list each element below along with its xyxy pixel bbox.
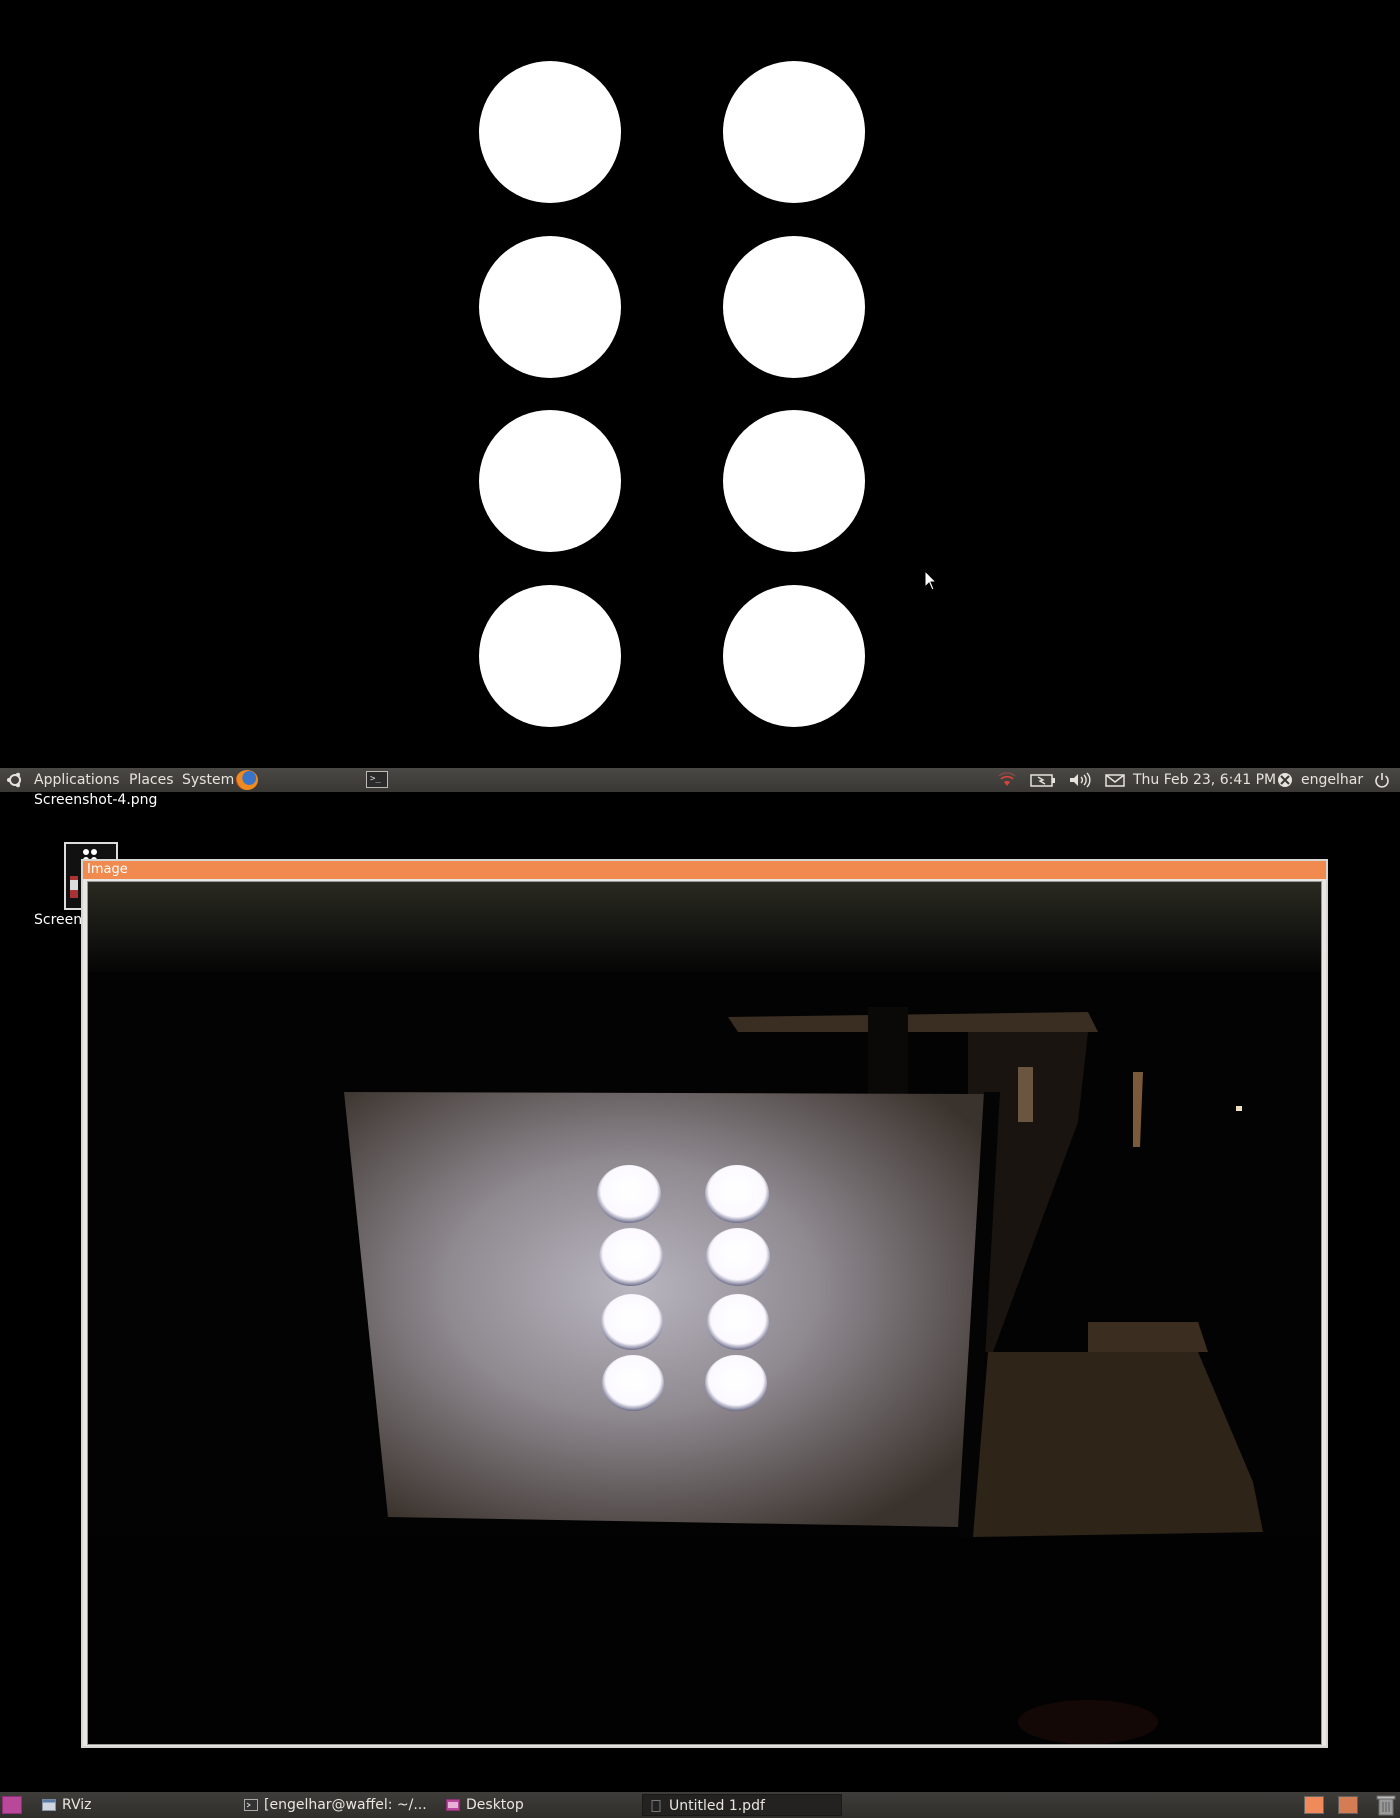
user-name[interactable]: engelhar: [1301, 771, 1363, 789]
user-status-icon[interactable]: [1277, 772, 1293, 788]
terminal-launcher-icon[interactable]: >_: [366, 771, 388, 788]
taskbar-item-label: Untitled 1.pdf: [669, 1798, 765, 1814]
window-icon: [42, 1799, 56, 1811]
taskbar-item-desktop[interactable]: Desktop: [440, 1794, 634, 1816]
pattern-dot: [723, 236, 865, 378]
window-titlebar[interactable]: Image: [83, 861, 1326, 879]
pattern-dot: [479, 236, 621, 378]
pattern-dot: [479, 410, 621, 552]
workspace-2[interactable]: [1338, 1796, 1358, 1814]
ubuntu-logo-icon[interactable]: [6, 771, 24, 789]
pattern-dot: [723, 410, 865, 552]
system-menu[interactable]: System: [182, 771, 234, 789]
volume-icon[interactable]: [1068, 772, 1092, 788]
pattern-dot: [479, 585, 621, 727]
battery-icon[interactable]: [1030, 772, 1056, 788]
applications-menu[interactable]: Applications: [34, 771, 120, 789]
bottom-panel: RViz [engelhar@waffel: ~/... Desktop Unt…: [0, 1792, 1400, 1818]
pattern-dot: [723, 585, 865, 727]
image-viewer-window[interactable]: Image: [81, 859, 1328, 1748]
pattern-dot: [723, 61, 865, 203]
trash-icon[interactable]: [1376, 1794, 1396, 1816]
taskbar-item-label: Desktop: [466, 1797, 524, 1813]
taskbar-item-label: [engelhar@waffel: ~/...: [264, 1797, 427, 1813]
taskbar-item-label: RViz: [62, 1797, 92, 1813]
terminal-icon: [244, 1799, 258, 1811]
taskbar-item-rviz[interactable]: RViz: [36, 1794, 230, 1816]
mail-icon[interactable]: [1105, 772, 1125, 788]
pattern-dot: [479, 61, 621, 203]
top-panel: Applications Places System >_ Thu Feb 23…: [0, 768, 1400, 792]
desktop-icon-label[interactable]: Screenshot-4.png: [34, 792, 157, 808]
places-menu[interactable]: Places: [129, 771, 174, 789]
document-icon: [651, 1800, 661, 1812]
taskbar-item-terminal[interactable]: [engelhar@waffel: ~/...: [238, 1794, 432, 1816]
taskbar-item-pdf[interactable]: Untitled 1.pdf: [642, 1794, 842, 1816]
workspace-1[interactable]: [1304, 1796, 1324, 1814]
mouse-pointer-icon: [924, 570, 938, 591]
clock[interactable]: Thu Feb 23, 6:41 PM: [1133, 771, 1276, 789]
desktop-icon: [446, 1799, 460, 1811]
camera-scene: [88, 882, 1321, 1744]
window-title: Image: [87, 862, 128, 877]
camera-image: [87, 881, 1322, 1745]
firefox-launcher-icon[interactable]: [236, 770, 258, 790]
wireless-icon[interactable]: [998, 772, 1016, 788]
show-desktop-button[interactable]: [2, 1796, 22, 1814]
power-icon[interactable]: [1374, 772, 1390, 788]
projected-dot-pattern: [0, 0, 1400, 768]
